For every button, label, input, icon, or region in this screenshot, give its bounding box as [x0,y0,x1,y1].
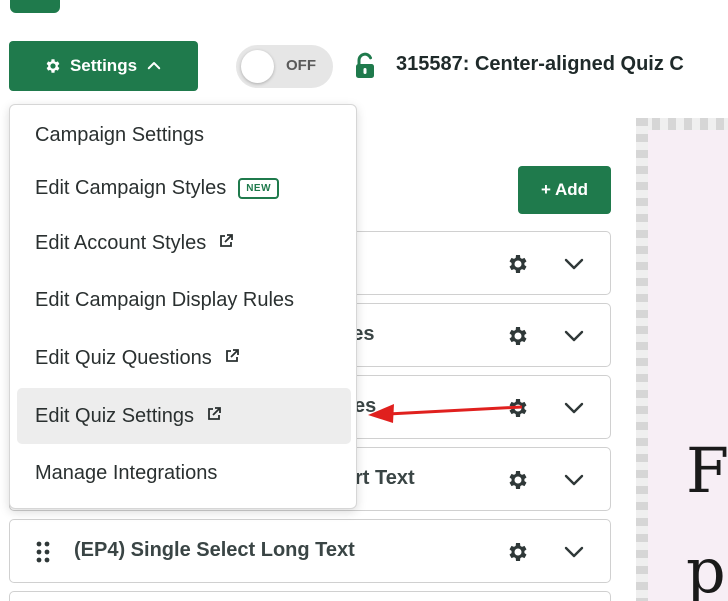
menu-item-label: Edit Quiz Settings [35,404,194,427]
menu-item-label: Edit Campaign Styles [35,176,227,199]
menu-item-manage-integrations[interactable]: Manage Integrations [17,446,351,500]
chevron-down-icon[interactable] [562,400,586,421]
preview-text-line-1: F [686,434,728,507]
menu-item-label: Edit Quiz Questions [35,346,212,369]
toggle-knob [241,50,274,83]
chevron-down-icon[interactable] [562,256,586,277]
gear-icon [44,57,62,75]
chevron-down-icon[interactable] [562,328,586,349]
chevron-down-icon[interactable] [562,472,586,493]
menu-item-label: Edit Account Styles [35,231,207,254]
preview-text-line-2: p [686,534,726,601]
top-tab[interactable] [10,0,60,13]
preview-border-left [636,118,648,601]
row-label: rt Text [355,467,415,489]
annotation-arrow [368,404,523,423]
row-label: (EP4) Single Select Long Text [74,539,355,561]
preview-canvas [636,118,728,601]
preview-border-top [636,118,728,130]
drag-handle-icon[interactable] [36,540,50,569]
menu-item-campaign-settings[interactable]: Campaign Settings [17,108,351,162]
external-link-icon [224,347,240,370]
menu-item-edit-account-styles[interactable]: Edit Account Styles [17,216,351,270]
gear-icon[interactable] [506,324,530,353]
menu-item-edit-quiz-settings[interactable]: Edit Quiz Settings [17,388,351,444]
menu-item-label: Edit Campaign Display Rules [35,288,295,311]
campaign-status-toggle[interactable]: OFF [236,45,333,88]
new-badge: NEW [238,177,280,199]
menu-item-edit-quiz-questions[interactable]: Edit Quiz Questions [17,331,351,385]
external-link-icon [206,405,222,428]
settings-button[interactable]: Settings [9,41,198,91]
gear-icon[interactable] [506,540,530,569]
settings-button-label: Settings [69,56,138,75]
external-link-icon [218,232,234,255]
builder-row[interactable] [9,591,611,601]
gear-icon[interactable] [506,468,530,497]
chevron-up-icon [145,57,163,75]
menu-item-edit-campaign-styles[interactable]: Edit Campaign Styles NEW [17,161,351,215]
chevron-down-icon[interactable] [562,544,586,565]
menu-item-label: Campaign Settings [35,123,204,146]
add-button[interactable]: + Add [518,166,611,214]
gear-icon[interactable] [506,252,530,281]
settings-menu: Campaign Settings Edit Campaign Styles N… [9,104,357,509]
lock-open-icon[interactable] [354,52,376,85]
builder-row[interactable]: (EP4) Single Select Long Text [9,519,611,583]
toggle-label: OFF [286,57,316,74]
menu-item-label: Manage Integrations [35,461,218,484]
menu-item-edit-campaign-display-rules[interactable]: Edit Campaign Display Rules [17,273,351,327]
campaign-title: 315587: Center-aligned Quiz C [396,53,684,75]
